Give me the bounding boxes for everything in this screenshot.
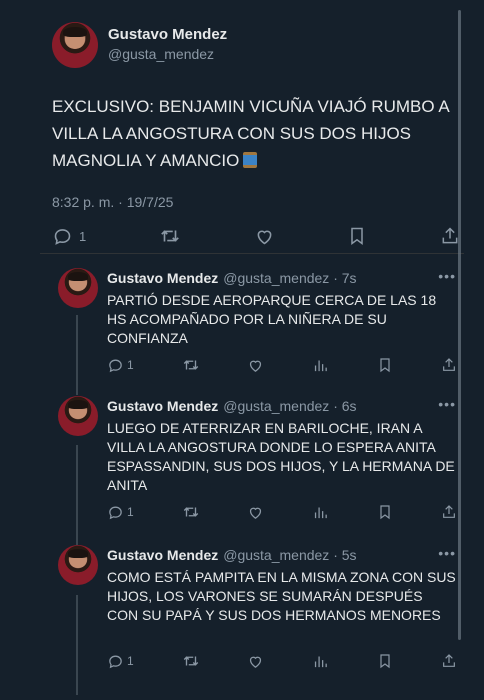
like-button[interactable] <box>247 504 264 521</box>
tweet-header: Gustavo Mendez @gusta_mendez <box>52 22 227 68</box>
reply-count: 1 <box>127 654 134 668</box>
reply-count: 1 <box>127 358 134 372</box>
tweet-text: EXCLUSIVO: BENJAMIN VICUÑA VIAJÓ RUMBO A… <box>52 93 462 174</box>
share-icon <box>442 227 458 244</box>
reply-meta: @gusta_mendez · 7s <box>223 270 357 286</box>
bookmark-button[interactable] <box>377 357 393 373</box>
reply-avatar[interactable] <box>58 268 98 308</box>
share-button[interactable] <box>440 226 460 246</box>
reply-button[interactable]: 1 <box>107 357 134 374</box>
reply-avatar[interactable] <box>58 545 98 585</box>
reply-count: 1 <box>79 228 87 244</box>
bookmark-button[interactable] <box>377 653 393 669</box>
views-icon <box>315 656 328 667</box>
retweet-button[interactable] <box>182 652 200 670</box>
divider <box>40 253 464 254</box>
retweet-icon <box>183 656 198 666</box>
thread-spool-emoji <box>243 152 258 168</box>
retweet-icon <box>161 230 179 242</box>
more-icon[interactable]: ••• <box>438 268 456 284</box>
reply-tweet[interactable]: Gustavo Mendez @gusta_mendez · 7s ••• PA… <box>58 268 468 388</box>
reply-button[interactable]: 1 <box>52 226 86 247</box>
reply-author-name[interactable]: Gustavo Mendez <box>107 270 218 286</box>
reply-icon <box>109 506 122 519</box>
bookmark-icon <box>351 227 364 245</box>
reply-action-bar: 1 <box>107 503 457 521</box>
like-button[interactable] <box>247 357 264 374</box>
reply-icon <box>109 359 122 372</box>
reply-action-bar: 1 <box>107 652 457 670</box>
bookmark-button[interactable] <box>377 504 393 520</box>
reply-button[interactable]: 1 <box>107 504 134 521</box>
tweet-timestamp[interactable]: 8:32 p. m. · 19/7/25 <box>52 194 173 210</box>
reply-tweet[interactable]: Gustavo Mendez @gusta_mendez · 6s ••• LU… <box>58 396 468 536</box>
bookmark-icon <box>380 505 390 520</box>
views-button[interactable] <box>312 653 329 670</box>
author-avatar[interactable] <box>52 22 98 68</box>
retweet-button[interactable] <box>159 225 181 247</box>
more-icon[interactable]: ••• <box>438 545 456 561</box>
reply-icon <box>109 655 122 668</box>
share-icon <box>443 654 455 667</box>
retweet-button[interactable] <box>182 356 200 374</box>
bookmark-icon <box>380 358 390 373</box>
reply-avatar[interactable] <box>58 396 98 436</box>
share-button[interactable] <box>441 504 457 520</box>
like-icon <box>250 507 262 519</box>
reply-count: 1 <box>127 505 134 519</box>
retweet-icon <box>183 360 198 370</box>
like-button[interactable] <box>247 653 264 670</box>
like-icon <box>250 360 262 372</box>
bookmark-icon <box>380 654 390 669</box>
tweet-action-bar: 1 <box>52 225 460 247</box>
like-button[interactable] <box>254 226 275 247</box>
reply-meta: @gusta_mendez · 6s <box>223 398 357 414</box>
views-icon <box>315 507 328 518</box>
reply-icon <box>54 228 71 245</box>
like-icon <box>257 230 272 244</box>
share-icon <box>443 358 455 371</box>
share-icon <box>443 505 455 518</box>
views-button[interactable] <box>312 357 329 374</box>
reply-tweet[interactable]: Gustavo Mendez @gusta_mendez · 5s ••• CO… <box>58 545 468 685</box>
like-icon <box>250 656 262 668</box>
reply-text: LUEGO DE ATERRIZAR EN BARILOCHE, IRAN A … <box>107 420 455 493</box>
author-name[interactable]: Gustavo Mendez <box>108 26 227 43</box>
reply-author-name[interactable]: Gustavo Mendez <box>107 547 218 563</box>
reply-author-name[interactable]: Gustavo Mendez <box>107 398 218 414</box>
bookmark-button[interactable] <box>347 226 367 246</box>
reply-text: COMO ESTÁ PAMPITA EN LA MISMA ZONA CON S… <box>107 569 456 623</box>
more-icon[interactable]: ••• <box>438 396 456 412</box>
views-button[interactable] <box>312 504 329 521</box>
share-button[interactable] <box>441 357 457 373</box>
reply-action-bar: 1 <box>107 356 457 374</box>
views-icon <box>315 360 328 371</box>
share-button[interactable] <box>441 653 457 669</box>
scrollbar[interactable] <box>458 10 461 640</box>
retweet-button[interactable] <box>182 503 200 521</box>
retweet-icon <box>183 507 198 517</box>
reply-button[interactable]: 1 <box>107 653 134 670</box>
reply-meta: @gusta_mendez · 5s <box>223 547 357 563</box>
reply-text: PARTIÓ DESDE AEROPARQUE CERCA DE LAS 18 … <box>107 292 437 346</box>
author-handle[interactable]: @gusta_mendez <box>108 46 227 62</box>
